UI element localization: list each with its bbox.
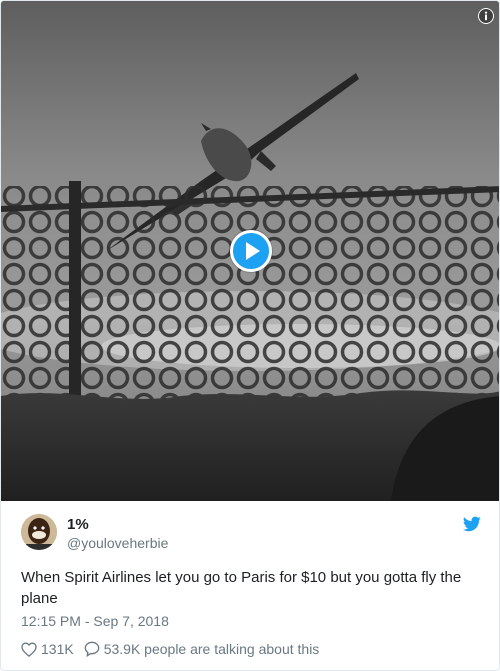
play-icon: [246, 242, 260, 260]
author-handle[interactable]: @youloveherbie: [67, 535, 168, 551]
conversation-action[interactable]: 53.9K people are talking about this: [84, 641, 320, 657]
talking-count: 53.9K people are talking about this: [103, 641, 320, 657]
info-icon[interactable]: [478, 8, 494, 24]
like-action[interactable]: 131K: [21, 641, 74, 657]
author-name[interactable]: 1%: [67, 516, 89, 533]
tweet-text: When Spirit Airlines let you go to Paris…: [21, 569, 462, 607]
tweet-timestamp[interactable]: 12:15 PM - Sep 7, 2018: [21, 613, 169, 629]
tweet-header: 1% @youloveherbie: [21, 514, 481, 554]
twitter-bird-icon[interactable]: [463, 516, 481, 532]
heart-icon: [21, 641, 37, 657]
tweet-card: 1% @youloveherbie When Spirit Airlines l…: [0, 0, 500, 671]
avatar[interactable]: [21, 514, 57, 550]
play-button[interactable]: [230, 230, 272, 272]
speech-bubble-icon: [84, 641, 100, 657]
tweet-actions: 131K 53.9K people are talking about this: [21, 640, 329, 658]
like-count: 131K: [41, 641, 74, 657]
video-media[interactable]: [1, 1, 499, 501]
